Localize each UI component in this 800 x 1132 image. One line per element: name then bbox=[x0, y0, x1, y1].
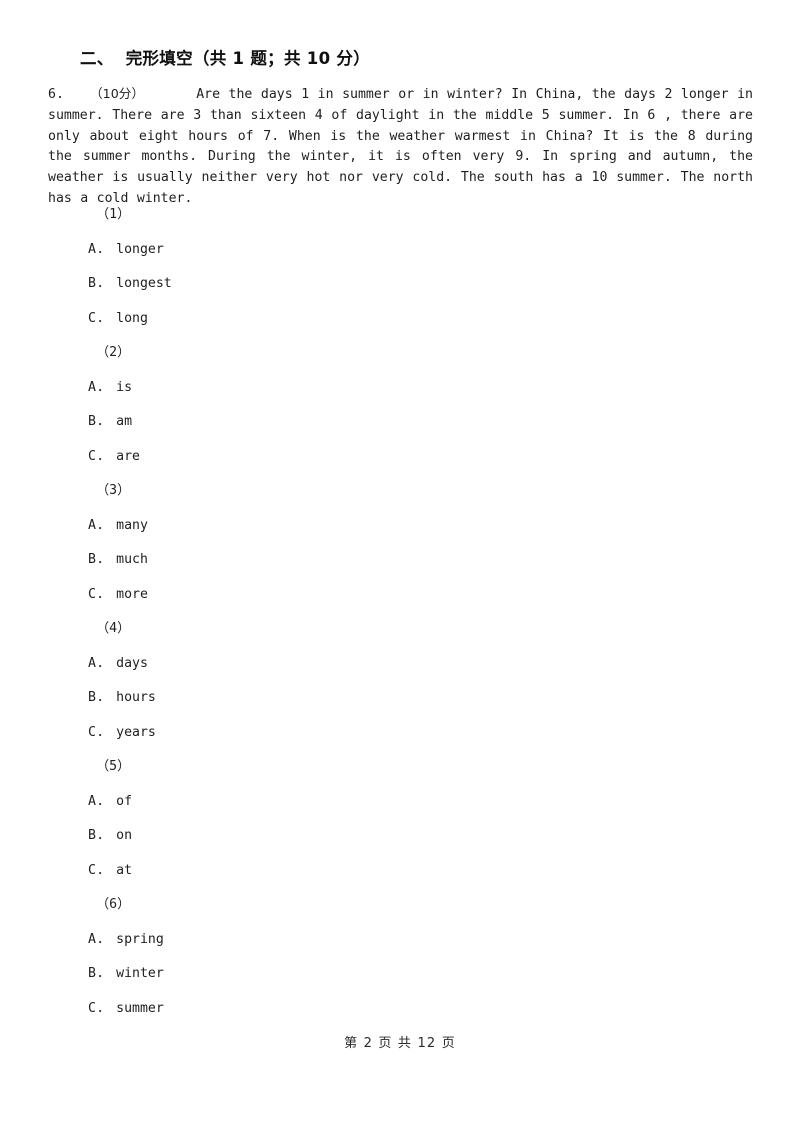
option-text: am bbox=[116, 414, 133, 429]
option-text: is bbox=[116, 379, 133, 395]
option-text: on bbox=[116, 828, 133, 843]
answer-option[interactable]: B． hours bbox=[88, 681, 728, 716]
option-letter: C bbox=[88, 448, 96, 464]
question-block: （5） A． of B． on C． at bbox=[88, 750, 728, 888]
question-number-label: （4） bbox=[96, 621, 131, 636]
question-number-label: （1） bbox=[96, 207, 131, 222]
question-block: （2） A． is B． am C． are bbox=[88, 336, 728, 474]
option-letter: A bbox=[88, 655, 96, 671]
cloze-passage: 6. （10分） Are the days 1 in summer or in wi… bbox=[48, 84, 753, 210]
option-letter: A bbox=[88, 379, 96, 395]
option-letter: A bbox=[88, 793, 96, 809]
answer-option[interactable]: A． is bbox=[88, 371, 728, 406]
question-number-label: （6） bbox=[96, 897, 131, 912]
answer-option[interactable]: B． winter bbox=[88, 957, 728, 992]
option-text: at bbox=[116, 862, 133, 878]
option-separator: ． bbox=[96, 655, 111, 671]
question-block: （1） A． longer B． longest C． long bbox=[88, 198, 728, 336]
answer-option[interactable]: C． are bbox=[88, 440, 728, 475]
option-letter: B bbox=[88, 552, 96, 567]
answer-option[interactable]: C． long bbox=[88, 302, 728, 337]
answer-option[interactable]: A． longer bbox=[88, 233, 728, 268]
option-separator: ． bbox=[96, 310, 111, 326]
answer-option[interactable]: B． much bbox=[88, 543, 728, 578]
option-text: hours bbox=[116, 690, 156, 705]
option-letter: B bbox=[88, 828, 96, 843]
answer-option[interactable]: B． on bbox=[88, 819, 728, 854]
answer-option[interactable]: A． days bbox=[88, 647, 728, 682]
answer-option[interactable]: B． am bbox=[88, 405, 728, 440]
answer-option[interactable]: A． many bbox=[88, 509, 728, 544]
question-number-label: （5） bbox=[96, 759, 131, 774]
option-text: longer bbox=[116, 241, 164, 257]
passage-question-number: 6. bbox=[48, 87, 64, 102]
answer-option[interactable]: C． at bbox=[88, 854, 728, 889]
answer-option[interactable]: C． years bbox=[88, 716, 728, 751]
option-letter: A bbox=[88, 931, 96, 947]
question-number-label: （2） bbox=[96, 345, 131, 360]
option-separator: ． bbox=[96, 931, 111, 947]
option-separator: ． bbox=[96, 828, 111, 843]
option-separator: ． bbox=[96, 586, 111, 602]
option-letter: B bbox=[88, 690, 96, 705]
question-block: （6） A． spring B． winter C． summer bbox=[88, 888, 728, 1026]
option-text: of bbox=[116, 793, 133, 809]
option-separator: ． bbox=[96, 724, 111, 740]
option-separator: ． bbox=[96, 1000, 111, 1016]
answer-option[interactable]: A． of bbox=[88, 785, 728, 820]
option-separator: ． bbox=[96, 241, 111, 257]
option-text: longest bbox=[116, 276, 172, 291]
option-text: winter bbox=[116, 966, 164, 981]
option-letter: C bbox=[88, 862, 96, 878]
passage-body: Are the days 1 in summer or in winter? I… bbox=[48, 87, 753, 206]
answer-option[interactable]: B． longest bbox=[88, 267, 728, 302]
page-footer: 第 2 页 共 12 页 bbox=[344, 1036, 456, 1051]
question-list: （1） A． longer B． longest C． long （2） A． is B． am C． a… bbox=[88, 198, 728, 1026]
option-letter: B bbox=[88, 966, 96, 981]
option-text: summer bbox=[116, 1000, 164, 1016]
option-letter: B bbox=[88, 276, 96, 291]
question-block: （3） A． many B． much C． more bbox=[88, 474, 728, 612]
option-letter: A bbox=[88, 241, 96, 257]
option-letter: C bbox=[88, 310, 96, 326]
option-separator: ． bbox=[96, 690, 111, 705]
option-letter: C bbox=[88, 1000, 96, 1016]
option-text: spring bbox=[116, 931, 164, 947]
question-number-label: （3） bbox=[96, 483, 131, 498]
option-letter: C bbox=[88, 586, 96, 602]
option-separator: ． bbox=[96, 966, 111, 981]
option-text: days bbox=[116, 655, 148, 671]
answer-option[interactable]: C． summer bbox=[88, 992, 728, 1027]
option-separator: ． bbox=[96, 517, 111, 533]
option-separator: ． bbox=[96, 552, 111, 567]
answer-option[interactable]: A． spring bbox=[88, 923, 728, 958]
section-heading: 二、 完形填空（共 1 题；共 10 分） bbox=[80, 49, 371, 68]
option-text: long bbox=[116, 310, 148, 326]
option-separator: ． bbox=[96, 793, 111, 809]
option-letter: A bbox=[88, 517, 96, 533]
answer-option[interactable]: C． more bbox=[88, 578, 728, 613]
option-separator: ． bbox=[96, 276, 111, 291]
option-text: many bbox=[116, 517, 148, 533]
question-block: （4） A． days B． hours C． years bbox=[88, 612, 728, 750]
option-separator: ． bbox=[96, 862, 111, 878]
document-page: 二、 完形填空（共 1 题；共 10 分） 6. （10分） Are the day… bbox=[0, 0, 800, 1132]
option-separator: ． bbox=[96, 448, 111, 464]
option-separator: ． bbox=[96, 379, 111, 395]
passage-score: （10分） bbox=[89, 86, 145, 101]
option-text: much bbox=[116, 552, 148, 567]
option-letter: B bbox=[88, 414, 96, 429]
option-text: are bbox=[116, 448, 140, 464]
option-letter: C bbox=[88, 724, 96, 740]
option-text: years bbox=[116, 724, 156, 740]
option-separator: ． bbox=[96, 414, 111, 429]
option-text: more bbox=[116, 586, 148, 602]
